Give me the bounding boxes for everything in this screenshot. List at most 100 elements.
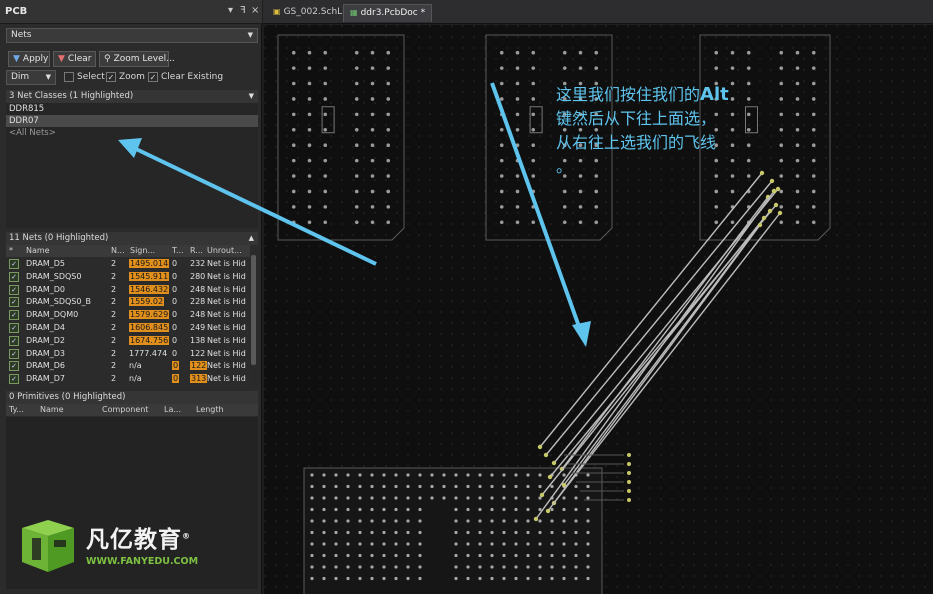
table-row[interactable]: ✓ DRAM_D6 2 n/a 0 122 Net is Hid xyxy=(6,360,250,373)
col-length[interactable]: Length xyxy=(196,405,224,414)
zoom-option[interactable]: ✓ Zoom xyxy=(106,72,145,82)
table-row[interactable]: ✓ DRAM_D3 2 1777.474 0 122 Net is Hid xyxy=(6,348,250,361)
bga-pad xyxy=(394,484,398,489)
bga-pad xyxy=(466,530,470,535)
table-row[interactable]: ✓ DRAM_D5 2 1495.014 0 232 Net is Hid xyxy=(6,258,250,271)
bga-pad xyxy=(307,97,312,101)
via-pad xyxy=(627,480,631,484)
select-checkbox[interactable] xyxy=(64,72,74,82)
apply-button[interactable]: ▼ Apply xyxy=(8,51,50,67)
col-unrouted[interactable]: Unrout... xyxy=(207,246,242,255)
net-visible-checkbox[interactable]: ✓ xyxy=(9,323,19,333)
table-row[interactable]: ✓ DRAM_SDQS0_B 2 1559.02 0 228 Net is Hid xyxy=(6,296,250,309)
bga-pad xyxy=(502,542,506,546)
bga-pad xyxy=(594,189,599,194)
ratsnest-endpoint xyxy=(771,188,777,194)
via-pad xyxy=(627,453,631,457)
primitives-header[interactable]: 0 Primitives (0 Highlighted) xyxy=(6,391,258,404)
bga-pad xyxy=(514,519,518,523)
bga-pad xyxy=(478,496,482,500)
col-type[interactable]: Ty... xyxy=(9,405,24,414)
bga-pad xyxy=(382,473,386,477)
col-prim-name[interactable]: Name xyxy=(40,405,64,414)
col-t[interactable]: T... xyxy=(172,246,184,255)
table-row[interactable]: ✓ DRAM_D7 2 n/a 0 313 Net is Hid xyxy=(6,373,250,386)
net-class-item[interactable]: DDR07 xyxy=(6,115,258,127)
bga-pad xyxy=(526,542,530,546)
net-visible-checkbox[interactable]: ✓ xyxy=(9,259,19,269)
primitives-column-header: Ty... Name Component La... Length xyxy=(6,404,258,416)
bga-pad xyxy=(795,127,800,132)
bga-pad xyxy=(323,97,328,101)
dim-mode-select[interactable]: Dim ▼ xyxy=(6,70,56,85)
bga-pad xyxy=(310,519,314,523)
bga-pad xyxy=(322,565,326,569)
table-row[interactable]: ✓ DRAM_DQM0 2 1579.629 0 248 Net is Hid xyxy=(6,309,250,322)
col-r[interactable]: R... xyxy=(190,246,203,255)
table-row[interactable]: ✓ DRAM_D2 2 1674.756 0 138 Net is Hid xyxy=(6,335,250,348)
table-row[interactable]: ✓ DRAM_D4 2 1606.845 0 249 Net is Hid xyxy=(6,322,250,335)
net-nodes: 2 xyxy=(111,335,117,345)
panel-mode-select[interactable]: Nets ▼ xyxy=(6,28,258,43)
col-layer[interactable]: La... xyxy=(164,405,181,414)
net-class-item[interactable]: DDR815 xyxy=(6,103,258,115)
net-visible-checkbox[interactable]: ✓ xyxy=(9,310,19,321)
scrollbar-thumb[interactable] xyxy=(251,255,256,365)
bga-pad xyxy=(811,50,816,55)
pin-icon[interactable]: ꟻ xyxy=(240,5,246,16)
net-visible-checkbox[interactable]: ✓ xyxy=(9,297,19,308)
bga-pad xyxy=(406,519,410,523)
bga-pad xyxy=(478,576,482,581)
bga-pad xyxy=(466,565,470,569)
net-signal-length: 1545.911 xyxy=(129,271,170,281)
bga-pad xyxy=(514,576,518,581)
bga-pad xyxy=(354,66,359,70)
tab-pcbdoc[interactable]: ▦ ddr3.PcbDoc * xyxy=(343,4,433,22)
col-nodes[interactable]: N... xyxy=(111,246,125,255)
clear-button[interactable]: ▼ Clear xyxy=(53,51,96,67)
bga-pad xyxy=(382,553,386,558)
nets-scrollbar[interactable] xyxy=(250,245,257,386)
clear-existing-checkbox[interactable]: ✓ xyxy=(148,72,158,82)
table-row[interactable]: ✓ DRAM_SDQS0 2 1545.911 0 280 Net is Hid xyxy=(6,271,250,284)
bga-pad xyxy=(334,576,338,581)
pcb-canvas[interactable]: 这里我们按住我们的Alt 键然后从下往上面选， 从右往上选我们的飞线 。 xyxy=(264,25,933,594)
net-visible-checkbox[interactable]: ✓ xyxy=(9,348,19,359)
net-unrouted: Net is Hid xyxy=(207,284,246,294)
ratsnest-endpoint xyxy=(547,474,553,480)
net-t: 0 xyxy=(172,335,178,345)
bga-pad xyxy=(354,174,359,178)
net-t: 0 xyxy=(172,259,178,268)
nets-header[interactable]: 11 Nets (0 Highlighted) ▲ xyxy=(6,232,258,245)
bga-pad xyxy=(515,50,520,55)
net-visible-checkbox[interactable]: ✓ xyxy=(9,271,19,282)
net-classes-header[interactable]: 3 Net Classes (1 Highlighted) ▼ xyxy=(6,90,258,103)
bga-pad xyxy=(514,496,518,500)
panel-mode-value: Nets xyxy=(11,30,32,40)
col-name[interactable]: Name xyxy=(26,246,50,255)
panel-menu-icon[interactable]: ▾ xyxy=(228,5,233,16)
bga-pad xyxy=(291,205,296,209)
col-star[interactable]: * xyxy=(9,246,13,255)
select-label: Select xyxy=(77,72,105,82)
bga-pad xyxy=(502,473,506,477)
net-visible-checkbox[interactable]: ✓ xyxy=(9,374,19,385)
net-visible-checkbox[interactable]: ✓ xyxy=(9,361,19,372)
net-visible-checkbox[interactable]: ✓ xyxy=(9,335,19,346)
bga-pad xyxy=(515,127,520,132)
bga-pad xyxy=(291,127,296,132)
close-icon[interactable]: × xyxy=(251,5,259,16)
select-option[interactable]: Select xyxy=(64,72,105,82)
col-signal[interactable]: Sign... xyxy=(130,246,155,255)
bga-pad xyxy=(562,519,566,523)
zoom-level-button[interactable]: ⚲ Zoom Level... xyxy=(99,51,175,67)
clear-existing-option[interactable]: ✓ Clear Existing xyxy=(148,72,223,82)
col-component[interactable]: Component xyxy=(102,405,148,414)
bga-pad xyxy=(779,66,784,70)
bga-pad xyxy=(358,565,362,569)
table-row[interactable]: ✓ DRAM_D0 2 1546.432 0 248 Net is Hid xyxy=(6,284,250,297)
net-visible-checkbox[interactable]: ✓ xyxy=(9,284,19,295)
bga-pad xyxy=(811,66,816,70)
net-class-item[interactable]: <All Nets> xyxy=(6,127,258,139)
zoom-checkbox[interactable]: ✓ xyxy=(106,72,116,82)
